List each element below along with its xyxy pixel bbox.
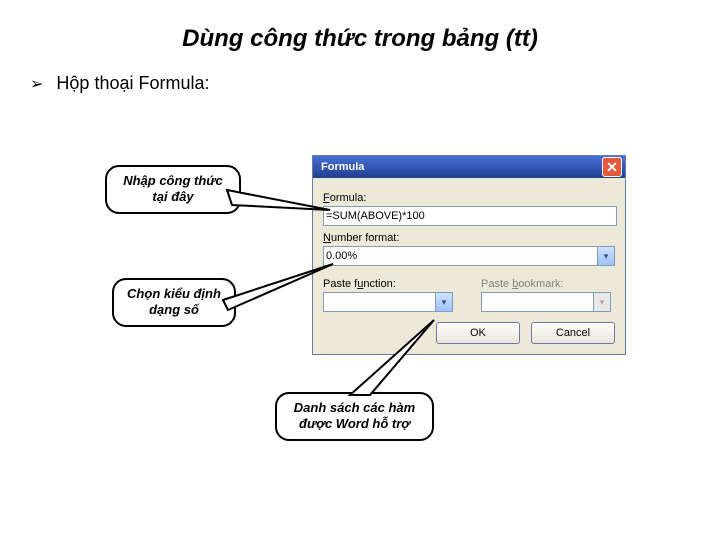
paste-bookmark-value	[482, 296, 486, 308]
paste-function-label: Paste function:	[323, 278, 453, 290]
chevron-down-icon: ▾	[597, 247, 614, 265]
formula-input[interactable]: =SUM(ABOVE)*100	[323, 206, 617, 226]
paste-bookmark-select: ▾	[481, 292, 611, 312]
chevron-down-icon: ▾	[593, 293, 610, 311]
dialog-titlebar: Formula ✕	[313, 156, 625, 178]
formula-label: Formula:	[323, 192, 615, 204]
bullet-text: Hộp thoại Formula:	[56, 73, 209, 93]
paste-function-value	[324, 296, 328, 308]
number-format-value: 0.00%	[324, 250, 359, 262]
callout-number-format: Chọn kiểu định dạng số	[112, 278, 236, 327]
formula-dialog: Formula ✕ Formula: =SUM(ABOVE)*100 Numbe…	[312, 155, 626, 355]
ok-button[interactable]: OK	[436, 322, 520, 344]
cancel-button[interactable]: Cancel	[531, 322, 615, 344]
close-button[interactable]: ✕	[602, 157, 622, 177]
paste-row: Paste function: ▾ Paste bookmark: ▾	[323, 272, 615, 312]
paste-bookmark-label: Paste bookmark:	[481, 278, 611, 290]
paste-function-select[interactable]: ▾	[323, 292, 453, 312]
number-format-select[interactable]: 0.00% ▾	[323, 246, 615, 266]
page-title: Dùng công thức trong bảng (tt)	[0, 0, 720, 73]
bullet-arrow: ➢	[30, 76, 43, 93]
close-icon: ✕	[606, 159, 618, 176]
bullet-line: ➢ Hộp thoại Formula:	[0, 73, 720, 94]
callout-paste-function: Danh sách các hàm được Word hỗ trợ	[275, 392, 434, 441]
dialog-buttons: OK Cancel	[323, 322, 615, 344]
number-format-label: Number format:	[323, 232, 615, 244]
chevron-down-icon: ▾	[435, 293, 452, 311]
dialog-title: Formula	[321, 161, 364, 173]
dialog-body: Formula: =SUM(ABOVE)*100 Number format: …	[313, 178, 625, 354]
callout-formula-input: Nhập công thức tại đây	[105, 165, 241, 214]
